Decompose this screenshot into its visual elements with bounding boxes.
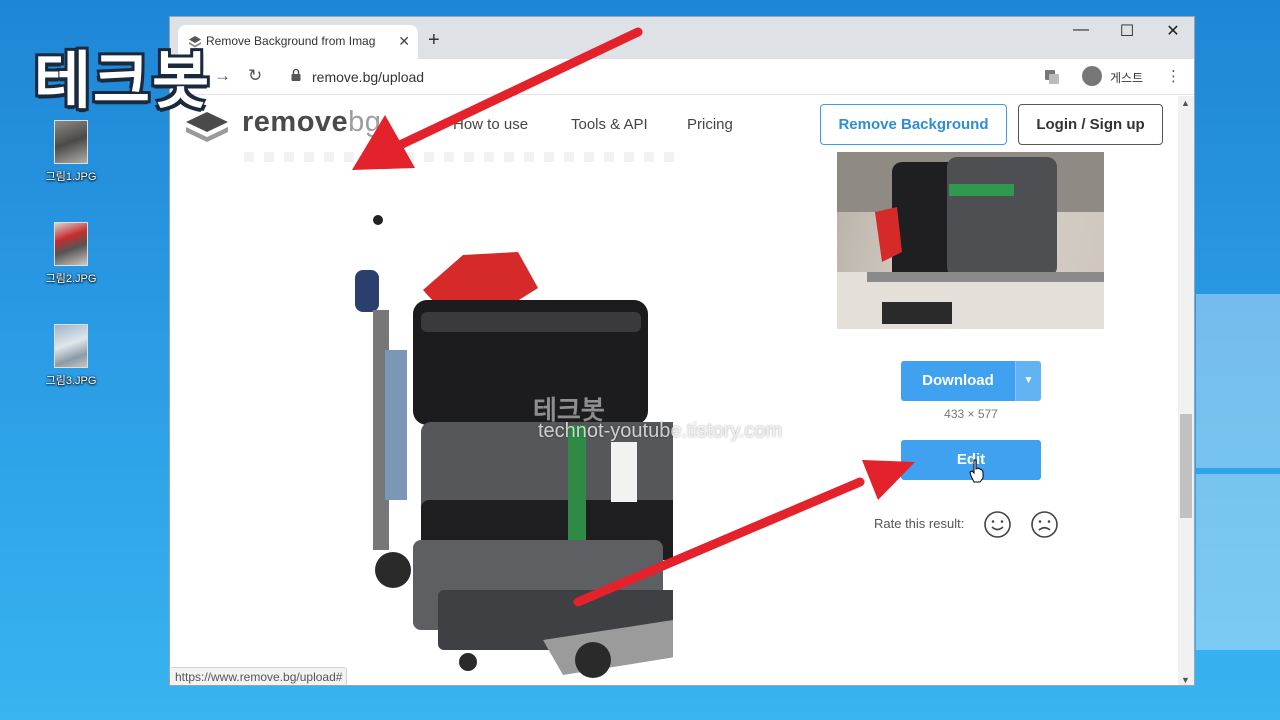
page-content: removebg How to use Tools & API Pricing …	[170, 96, 1178, 685]
desktop-file-icon-2[interactable]: 그림2.JPG	[31, 222, 111, 286]
image-watermark-url: technot-youtube.tistory.com	[538, 420, 783, 442]
tab-title: Remove Background from Imag	[206, 34, 376, 48]
image-file-icon	[54, 222, 88, 266]
new-tab-button[interactable]: +	[428, 29, 440, 52]
image-file-icon	[54, 120, 88, 164]
address-bar[interactable]: remove.bg/upload	[312, 69, 424, 85]
translate-icon[interactable]	[1044, 69, 1060, 85]
desktop-file-label: 그림2.JPG	[45, 273, 97, 285]
profile-avatar-icon[interactable]	[1082, 66, 1102, 86]
desktop-file-icon-3[interactable]: 그림3.JPG	[31, 324, 111, 388]
original-image-preview	[837, 152, 1104, 329]
remove-background-button[interactable]: Remove Background	[820, 104, 1007, 145]
scrollbar-thumb[interactable]	[1180, 414, 1192, 518]
scroll-down-icon[interactable]: ▼	[1181, 675, 1190, 685]
desktop-file-label: 그림3.JPG	[45, 375, 97, 387]
tab-close-icon[interactable]: ✕	[398, 33, 410, 50]
scroll-up-icon[interactable]: ▲	[1181, 98, 1190, 108]
browser-toolbar: → ↻ remove.bg/upload 게스트 ⋮	[170, 59, 1194, 95]
reload-icon[interactable]: ↻	[248, 66, 262, 86]
menu-kebab-icon[interactable]: ⋮	[1166, 67, 1181, 85]
image-dimensions: 433 × 577	[944, 407, 998, 421]
close-window-button[interactable]: ✕	[1150, 21, 1194, 41]
login-signup-button[interactable]: Login / Sign up	[1018, 104, 1163, 145]
original-photo	[837, 152, 1104, 329]
browser-window: Remove Background from Imag ✕ + — ☐ ✕ → …	[169, 16, 1195, 686]
lock-icon	[291, 68, 301, 81]
download-options-chevron-icon[interactable]: ▼	[1015, 361, 1041, 401]
result-image-area: 테크봇 technot-youtube.tistory.com	[208, 152, 782, 685]
page-scrollbar[interactable]: ▲ ▼	[1178, 96, 1194, 685]
browser-tab[interactable]: Remove Background from Imag ✕	[178, 25, 418, 59]
tab-strip: Remove Background from Imag ✕ + — ☐ ✕	[170, 17, 1194, 59]
rate-result-label: Rate this result:	[874, 516, 965, 531]
smiley-happy-icon[interactable]	[983, 510, 1012, 539]
transparency-checker	[244, 152, 678, 162]
smiley-sad-icon[interactable]	[1030, 510, 1059, 539]
desktop-file-icon-1[interactable]: 그림1.JPG	[31, 120, 111, 184]
desktop-file-label: 그림1.JPG	[45, 171, 97, 183]
channel-logo: 테크봇	[34, 44, 212, 117]
nav-tools-api[interactable]: Tools & API	[571, 116, 648, 133]
status-bar-url: https://www.remove.bg/upload#	[171, 667, 348, 685]
windows-logo	[1190, 280, 1280, 720]
image-file-icon	[54, 324, 88, 368]
hand-cursor-icon	[969, 459, 984, 483]
profile-label[interactable]: 게스트	[1110, 69, 1143, 86]
brand-name: removebg	[242, 106, 382, 138]
minimize-button[interactable]: —	[1058, 21, 1104, 39]
nav-pricing[interactable]: Pricing	[687, 116, 733, 133]
download-button[interactable]: Download	[901, 361, 1015, 401]
maximize-button[interactable]: ☐	[1104, 21, 1150, 41]
back-icon[interactable]: →	[214, 66, 231, 86]
nav-how-to-use[interactable]: How to use	[453, 116, 528, 133]
